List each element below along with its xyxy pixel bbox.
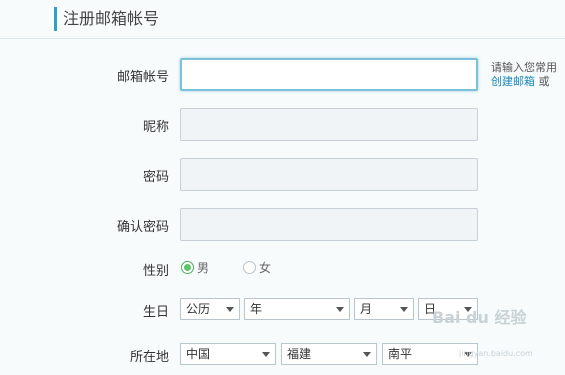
password-field[interactable] — [180, 158, 478, 191]
location-label: 所在地 — [129, 350, 169, 365]
country-select[interactable]: 中国 — [180, 343, 276, 365]
country-value: 中国 — [186, 347, 211, 361]
chevron-down-icon — [226, 307, 234, 312]
password-label: 密码 — [142, 170, 169, 185]
birth-month-select[interactable]: 月 — [354, 298, 414, 320]
confirm-password-field[interactable] — [180, 208, 478, 241]
birthday-label: 生日 — [142, 305, 169, 320]
email-hint: 请输入您常用 创建邮箱 或 — [491, 61, 557, 89]
gender-female-radio[interactable]: 女 — [243, 259, 271, 276]
chevron-down-icon — [336, 307, 344, 312]
watermark-brand: Bai du 经验 — [432, 308, 527, 327]
birth-year-value: 年 — [250, 302, 263, 316]
gender-female-label: 女 — [259, 261, 272, 275]
gender-label: 性别 — [142, 264, 169, 279]
baidu-watermark: Bai du 经验 jingyan.baidu.com — [432, 304, 533, 358]
gender-male-label: 男 — [197, 261, 210, 275]
nickname-label: 昵称 — [142, 120, 169, 135]
chevron-down-icon — [400, 307, 408, 312]
watermark-url: jingyan.baidu.com — [459, 349, 533, 358]
chevron-down-icon — [262, 352, 270, 357]
email-field[interactable] — [180, 58, 478, 91]
confirm-password-label: 确认密码 — [116, 220, 169, 235]
page-title: 注册邮箱帐号 — [63, 9, 160, 28]
birth-month-value: 月 — [360, 302, 373, 316]
city-value: 南平 — [388, 347, 413, 361]
create-email-link[interactable]: 创建邮箱 — [491, 75, 535, 88]
calendar-type-value: 公历 — [186, 302, 211, 316]
header-accent-bar — [54, 7, 57, 31]
email-label: 邮箱帐号 — [116, 70, 169, 85]
radio-unchecked-icon — [243, 261, 256, 274]
nickname-field[interactable] — [180, 108, 478, 141]
gender-male-radio[interactable]: 男 — [181, 259, 209, 276]
radio-checked-icon — [181, 261, 194, 274]
section-header: 注册邮箱帐号 — [0, 0, 565, 39]
birth-year-select[interactable]: 年 — [244, 298, 350, 320]
calendar-type-select[interactable]: 公历 — [180, 298, 240, 320]
chevron-down-icon — [363, 352, 371, 357]
email-hint-text: 请输入您常用 — [491, 61, 557, 74]
hint-or-text: 或 — [538, 75, 550, 88]
province-value: 福建 — [287, 347, 312, 361]
province-select[interactable]: 福建 — [281, 343, 377, 365]
